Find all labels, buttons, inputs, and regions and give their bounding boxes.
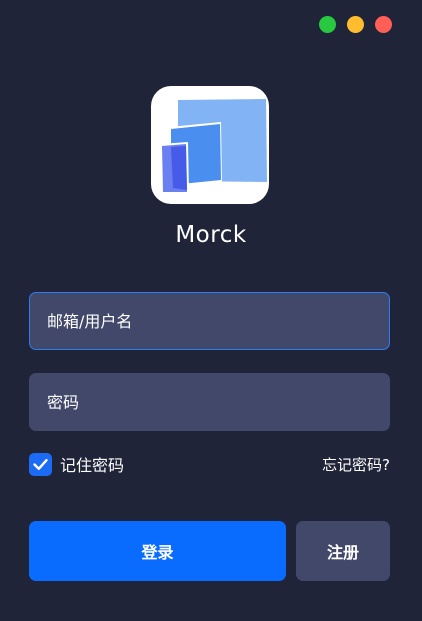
remember-password-toggle[interactable]: 记住密码 (29, 452, 124, 476)
forgot-password-link[interactable]: 忘记密码? (322, 454, 390, 475)
username-input[interactable] (30, 293, 389, 349)
checkmark-icon (33, 458, 48, 470)
register-button[interactable]: 注册 (296, 521, 390, 581)
close-button[interactable] (375, 16, 392, 33)
remember-checkbox[interactable] (29, 452, 52, 476)
app-name: Morck (175, 222, 247, 248)
window-controls (319, 16, 392, 33)
password-input[interactable] (30, 374, 389, 430)
password-field[interactable] (29, 373, 390, 431)
app-logo (151, 86, 269, 204)
username-field[interactable] (29, 292, 390, 350)
maximize-button[interactable] (319, 16, 336, 33)
login-button[interactable]: 登录 (29, 521, 286, 581)
minimize-button[interactable] (347, 16, 364, 33)
stacked-windows-icon (160, 99, 267, 194)
login-window: Morck 记住密码 忘记密码? 登录 注册 (0, 0, 422, 621)
remember-label: 记住密码 (60, 456, 125, 475)
